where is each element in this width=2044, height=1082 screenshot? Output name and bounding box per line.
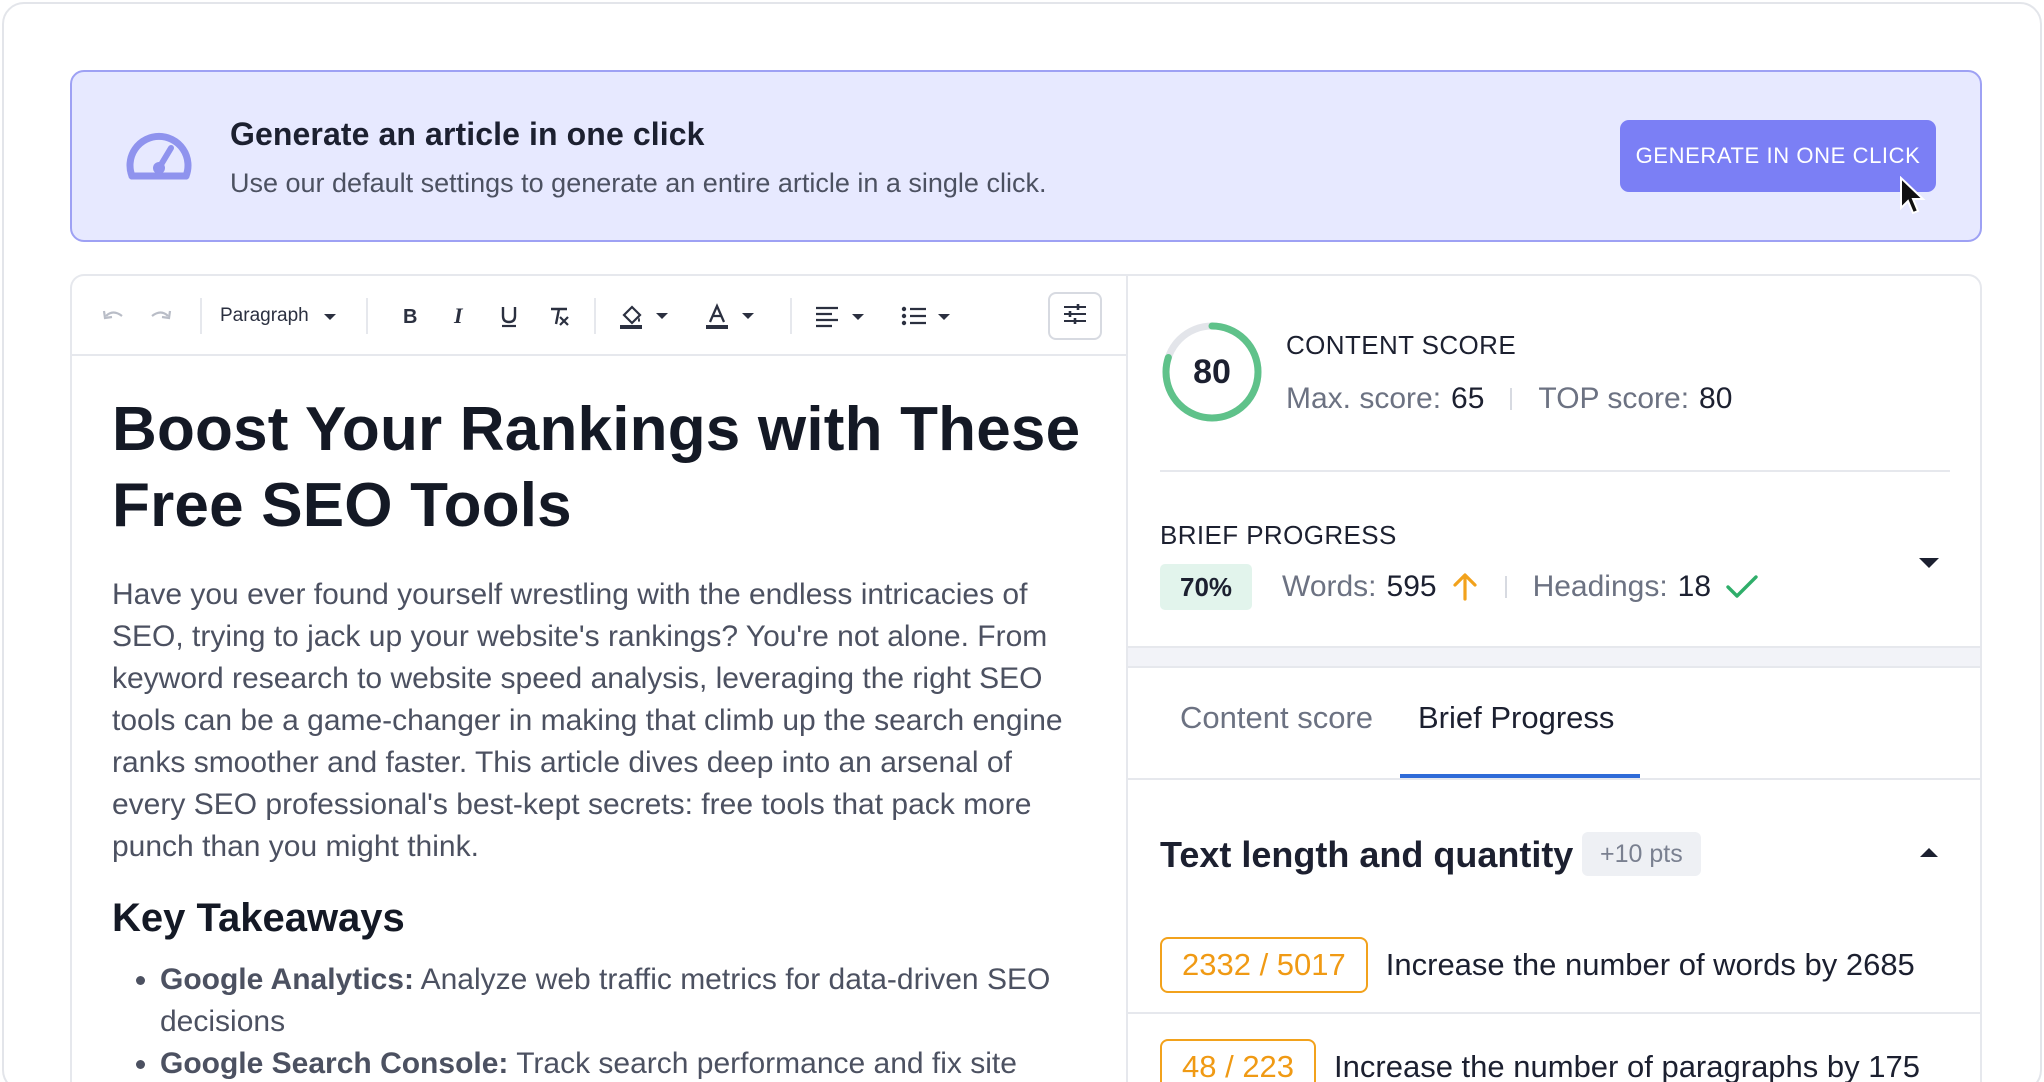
article-intro-paragraph: Have you ever found yourself wrestling w… <box>112 578 1063 863</box>
article-editor: Paragraph B I Boost Your Rankings with T… <box>70 274 1126 1082</box>
list-item: Google Analytics: Analyze web traffic me… <box>160 959 1092 1043</box>
editor-settings-button[interactable] <box>1048 292 1102 340</box>
top-score-value: 80 <box>1699 382 1733 415</box>
key-takeaways-heading: Key Takeaways <box>112 896 405 940</box>
chevron-down-icon <box>323 305 337 327</box>
headings-value: 18 <box>1677 570 1712 603</box>
content-score-value: 80 <box>1193 353 1231 391</box>
app-frame: Generate an article in one click Use our… <box>2 2 2042 1082</box>
divider <box>1510 388 1513 410</box>
toolbar-divider <box>200 298 202 334</box>
toolbar-divider <box>366 298 368 334</box>
generate-one-click-button[interactable]: GENERATE IN ONE CLICK <box>1620 120 1936 192</box>
headings-label: Headings: <box>1532 570 1668 603</box>
svg-text:I: I <box>453 305 464 327</box>
paragraph-style-label: Paragraph <box>220 305 309 326</box>
metric-row-paragraphs: 48 / 223 Increase the number of paragrap… <box>1160 1038 1920 1082</box>
redo-icon[interactable] <box>146 296 176 336</box>
seo-side-panel: 80 CONTENT SCORE Max. score: 65 TOP scor… <box>1126 274 1982 1082</box>
max-score-value: 65 <box>1451 382 1485 415</box>
editor-toolbar: Paragraph B I <box>72 276 1126 356</box>
clear-format-icon[interactable] <box>542 296 576 336</box>
content-score-details: Max. score: 65 TOP score: 80 <box>1286 382 1732 416</box>
brief-progress-percent-badge: 70% <box>1160 564 1253 610</box>
words-label: Words: <box>1282 570 1377 603</box>
bulleted-list-icon[interactable] <box>898 296 958 336</box>
takeaway-tool-name: Google Search Console: <box>160 1047 509 1080</box>
takeaway-description: Track search performance and fix site <box>508 1047 1017 1080</box>
banner-subtitle: Use our default settings to generate an … <box>230 168 1047 198</box>
metric-row-words: 2332 / 5017 Increase the number of words… <box>1160 936 1915 994</box>
check-icon <box>1725 574 1759 600</box>
toolbar-divider <box>790 298 792 334</box>
article-title: Boost Your Rankings with These Free SEO … <box>112 395 1081 540</box>
takeaways-list: Google Analytics: Analyze web traffic me… <box>112 959 1092 1082</box>
highlight-color-icon[interactable] <box>616 296 676 336</box>
word-count-badge: 2332 / 5017 <box>1160 937 1368 993</box>
words-value: 595 <box>1386 570 1437 603</box>
content-score-ring: 80 <box>1160 320 1264 424</box>
italic-icon[interactable]: I <box>442 296 476 336</box>
paragraph-style-select[interactable]: Paragraph <box>220 296 360 336</box>
metric-recommendation: Increase the number of words by 2685 <box>1385 947 1915 982</box>
metric-recommendation: Increase the number of paragraphs by 175 <box>1334 1049 1920 1082</box>
editor-content[interactable]: Boost Your Rankings with These Free SEO … <box>112 392 1092 1082</box>
top-score-label: TOP score: <box>1538 382 1690 415</box>
paragraph-count-badge: 48 / 223 <box>1160 1039 1317 1082</box>
bold-icon[interactable]: B <box>392 296 426 336</box>
divider <box>1160 470 1950 472</box>
brief-progress-label: BRIEF PROGRESS <box>1160 520 1397 550</box>
tab-content-score[interactable]: Content score <box>1180 700 1373 736</box>
section-title: Text length and quantity <box>1160 834 1574 875</box>
underline-icon[interactable] <box>492 296 526 336</box>
banner-title: Generate an article in one click <box>230 116 705 152</box>
list-item: Google Search Console: Track search perf… <box>160 1043 1092 1082</box>
svg-text:B: B <box>403 306 417 327</box>
panel-tabs: Content score Brief Progress <box>1128 670 1980 780</box>
speedometer-icon <box>124 124 194 186</box>
chevron-down-icon[interactable] <box>1916 552 1942 572</box>
toolbar-divider <box>594 298 596 334</box>
content-score-label: CONTENT SCORE <box>1286 330 1517 360</box>
brief-progress-details: 70% Words: 595 Headings: 18 <box>1160 564 1759 610</box>
sliders-icon <box>1062 303 1088 330</box>
max-score-label: Max. score: <box>1286 382 1442 415</box>
active-tab-indicator <box>1400 774 1640 778</box>
chevron-up-icon[interactable] <box>1918 844 1940 860</box>
one-click-banner: Generate an article in one click Use our… <box>70 70 1982 242</box>
divider <box>1128 1012 1980 1014</box>
arrow-up-icon <box>1451 572 1479 602</box>
align-left-icon[interactable] <box>812 296 872 336</box>
text-color-icon[interactable] <box>702 296 762 336</box>
mouse-cursor-icon <box>1898 175 1928 218</box>
tab-brief-progress[interactable]: Brief Progress <box>1418 700 1614 736</box>
undo-icon[interactable] <box>98 296 128 336</box>
divider <box>1504 576 1507 598</box>
section-separator <box>1128 646 1980 668</box>
takeaway-tool-name: Google Analytics: <box>160 963 414 996</box>
points-badge: +10 pts <box>1582 832 1701 876</box>
